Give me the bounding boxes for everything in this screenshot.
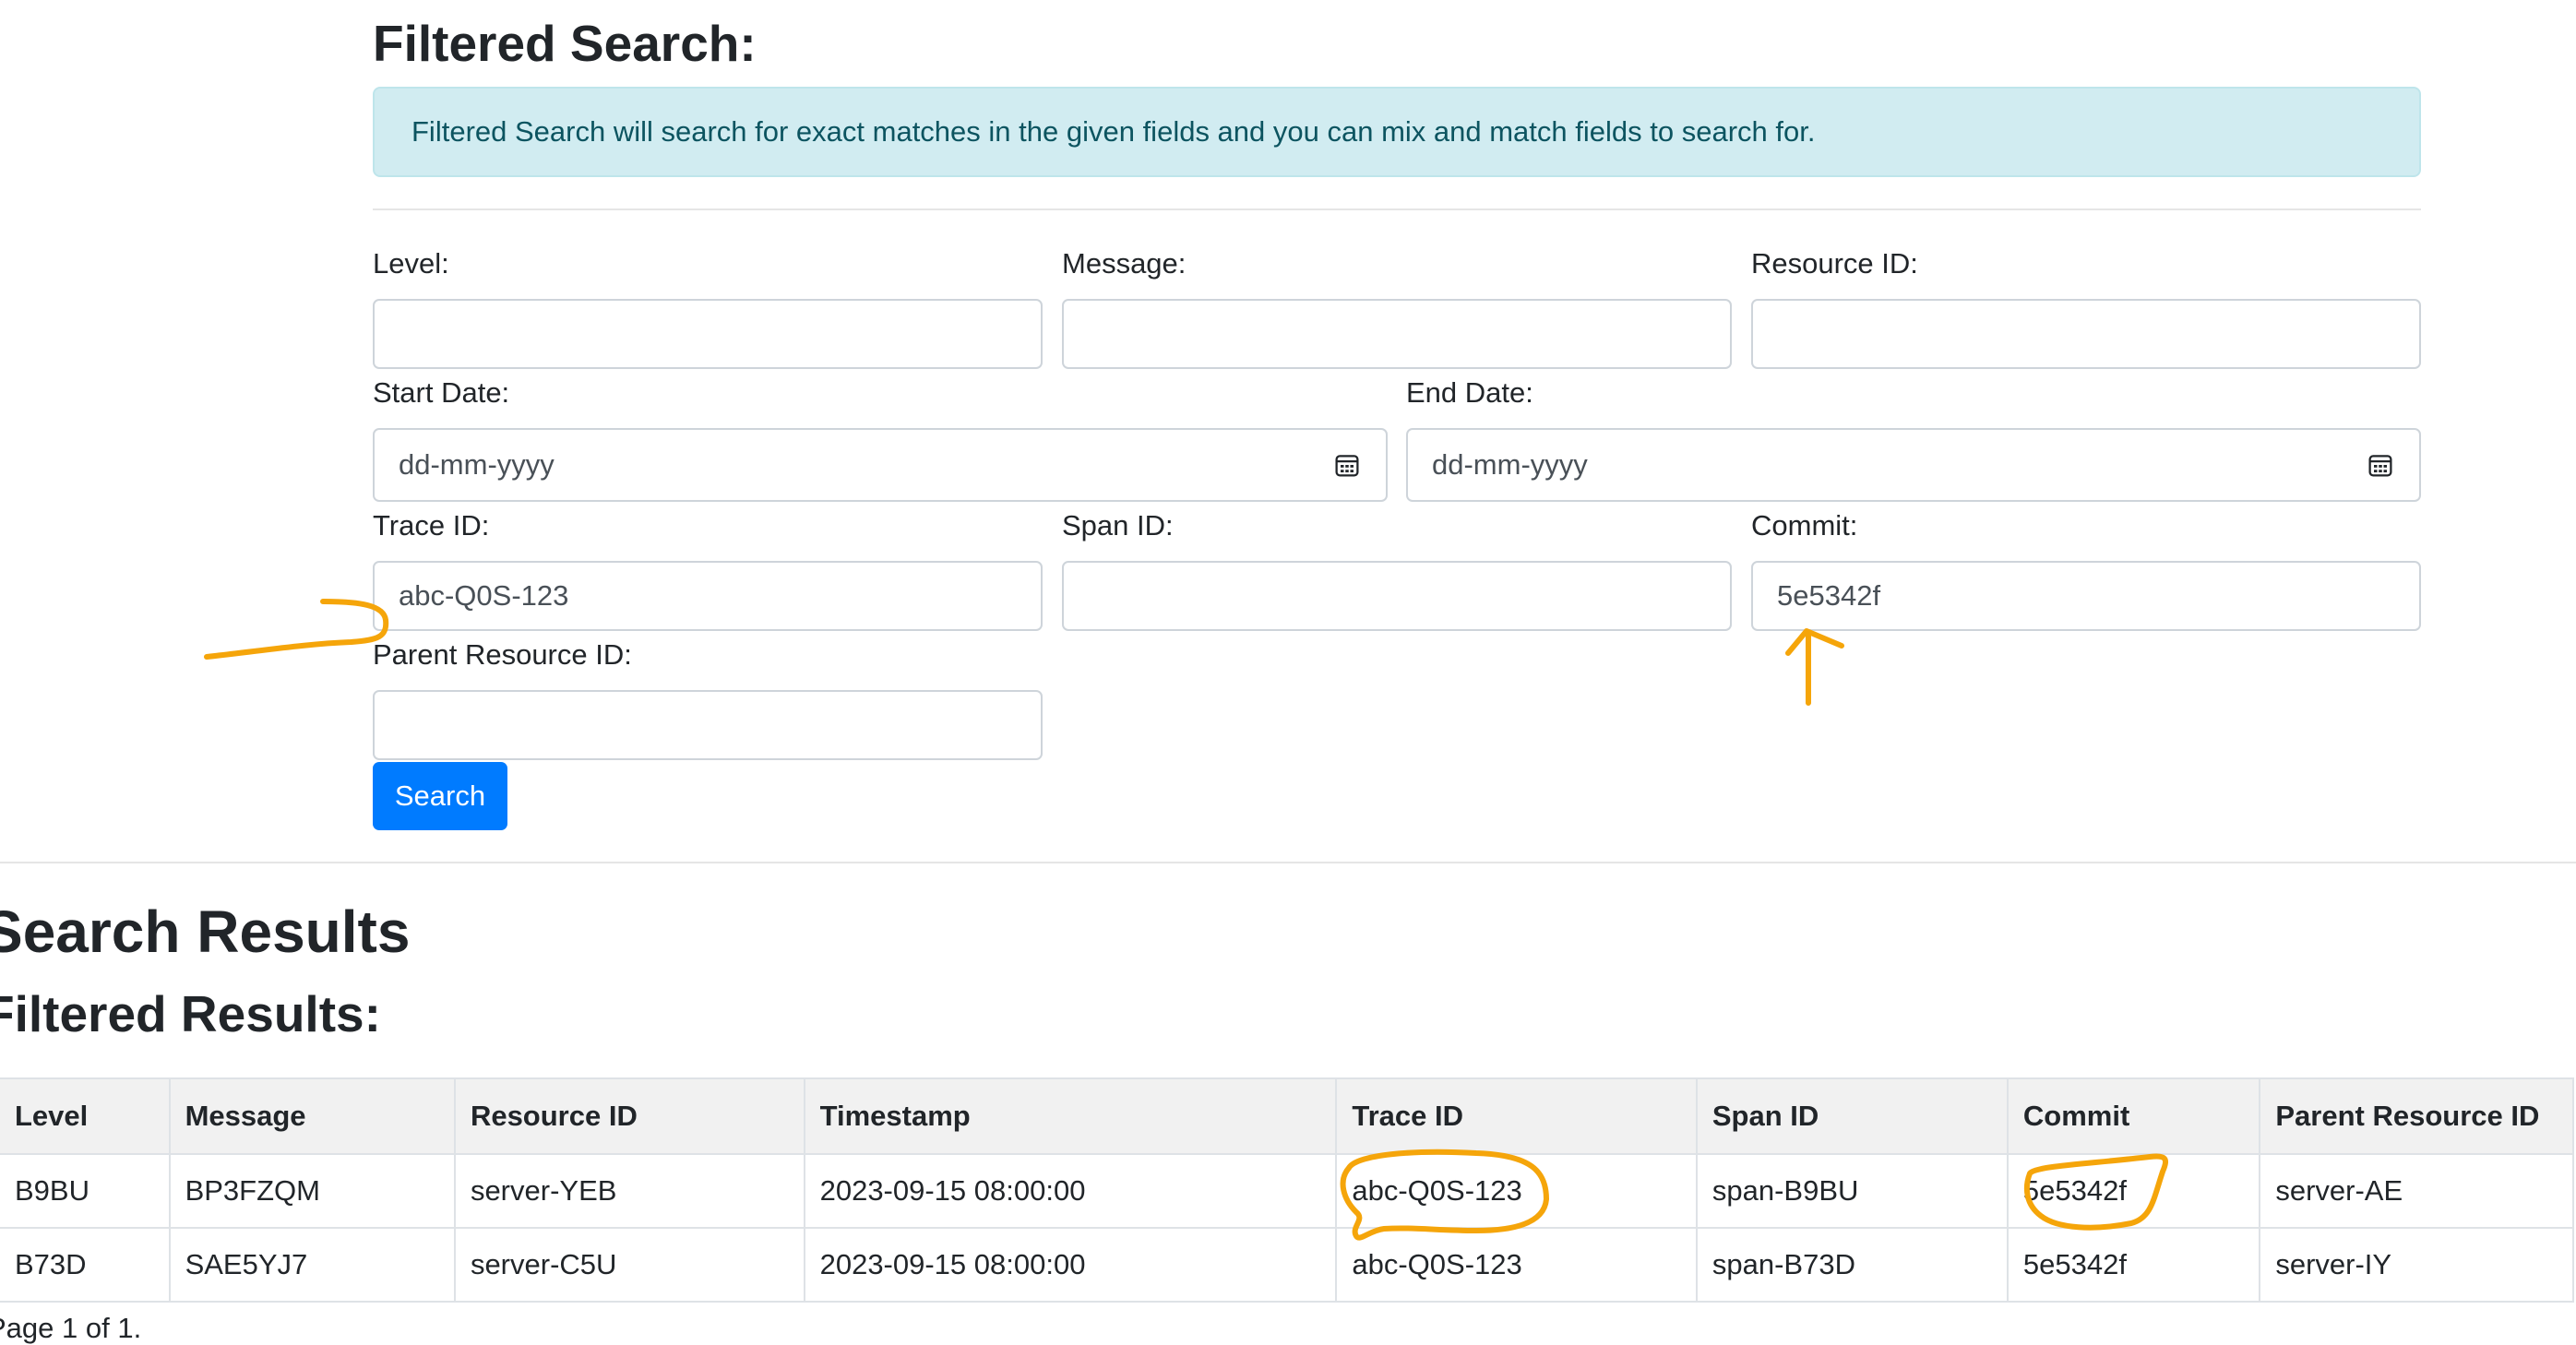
column-header-span-id: Span ID [1695, 1077, 2009, 1155]
end-date-label: End Date: [1406, 376, 1533, 409]
cell-span-id: span-B9BU [1695, 1153, 2009, 1229]
parent-resource-id-label: Parent Resource ID: [373, 638, 632, 671]
trace-id-label: Trace ID: [373, 509, 490, 542]
cell-trace-id: abc-Q0S-123 [1335, 1227, 1698, 1303]
divider [373, 208, 2421, 210]
commit-label: Commit: [1751, 509, 1858, 542]
column-header-level: Level [0, 1077, 171, 1155]
commit-input[interactable]: 5e5342f [1751, 561, 2421, 631]
resource-id-label: Resource ID: [1751, 247, 1918, 280]
commit-input-value: 5e5342f [1777, 579, 1881, 612]
pagination-text: Page 1 of 1. [0, 1312, 142, 1344]
start-date-placeholder: dd-mm-yyyy [399, 448, 555, 481]
table-row: B73D SAE5YJ7 server-C5U 2023-09-15 08:00… [0, 1227, 2574, 1303]
column-header-parent-resource-id: Parent Resource ID [2259, 1077, 2574, 1155]
cell-resource-id: server-YEB [453, 1153, 805, 1229]
column-header-message: Message [168, 1077, 456, 1155]
filtered-search-heading: Filtered Search: [373, 15, 757, 72]
cell-level: B73D [0, 1227, 171, 1303]
arrow-annotation-commit [1785, 628, 1844, 706]
trace-id-input-value: abc-Q0S-123 [399, 579, 569, 612]
cell-timestamp: 2023-09-15 08:00:00 [803, 1227, 1338, 1303]
search-results-heading: Search Results [0, 899, 411, 965]
cell-resource-id: server-C5U [453, 1227, 805, 1303]
trace-id-input[interactable]: abc-Q0S-123 [373, 561, 1043, 631]
cell-parent-resource-id: server-AE [2259, 1153, 2574, 1229]
cell-span-id: span-B73D [1695, 1227, 2009, 1303]
cell-commit: 5e5342f [2006, 1227, 2261, 1303]
message-label: Message: [1062, 247, 1187, 280]
span-id-label: Span ID: [1062, 509, 1174, 542]
search-button[interactable]: Search [373, 762, 507, 830]
info-alert: Filtered Search will search for exact ma… [373, 87, 2421, 177]
column-header-trace-id: Trace ID [1335, 1077, 1698, 1155]
cell-commit: 5e5342f [2006, 1153, 2261, 1229]
table-row: B9BU BP3FZQM server-YEB 2023-09-15 08:00… [0, 1153, 2574, 1229]
column-header-resource-id: Resource ID [453, 1077, 805, 1155]
arrow-annotation-trace-id [204, 599, 389, 660]
calendar-icon[interactable] [2367, 452, 2393, 478]
filtered-results-heading: Filtered Results: [0, 985, 381, 1042]
column-header-timestamp: Timestamp [803, 1077, 1338, 1155]
cell-parent-resource-id: server-IY [2259, 1227, 2574, 1303]
cell-message: SAE5YJ7 [168, 1227, 456, 1303]
level-label: Level: [373, 247, 449, 280]
end-date-input[interactable]: dd-mm-yyyy [1406, 428, 2421, 502]
table-header-row: Level Message Resource ID Timestamp Trac… [0, 1077, 2574, 1155]
info-alert-text: Filtered Search will search for exact ma… [411, 115, 1816, 148]
cell-trace-id: abc-Q0S-123 [1335, 1153, 1698, 1229]
column-header-commit: Commit [2006, 1077, 2261, 1155]
message-input[interactable] [1062, 299, 1732, 369]
end-date-placeholder: dd-mm-yyyy [1432, 448, 1588, 481]
results-table: Level Message Resource ID Timestamp Trac… [0, 1077, 2574, 1303]
resource-id-input[interactable] [1751, 299, 2421, 369]
divider [0, 862, 2576, 863]
calendar-icon[interactable] [1334, 452, 1360, 478]
cell-timestamp: 2023-09-15 08:00:00 [803, 1153, 1338, 1229]
level-input[interactable] [373, 299, 1043, 369]
span-id-input[interactable] [1062, 561, 1732, 631]
start-date-label: Start Date: [373, 376, 510, 409]
start-date-input[interactable]: dd-mm-yyyy [373, 428, 1388, 502]
cell-level: B9BU [0, 1153, 171, 1229]
cell-message: BP3FZQM [168, 1153, 456, 1229]
parent-resource-id-input[interactable] [373, 690, 1043, 760]
